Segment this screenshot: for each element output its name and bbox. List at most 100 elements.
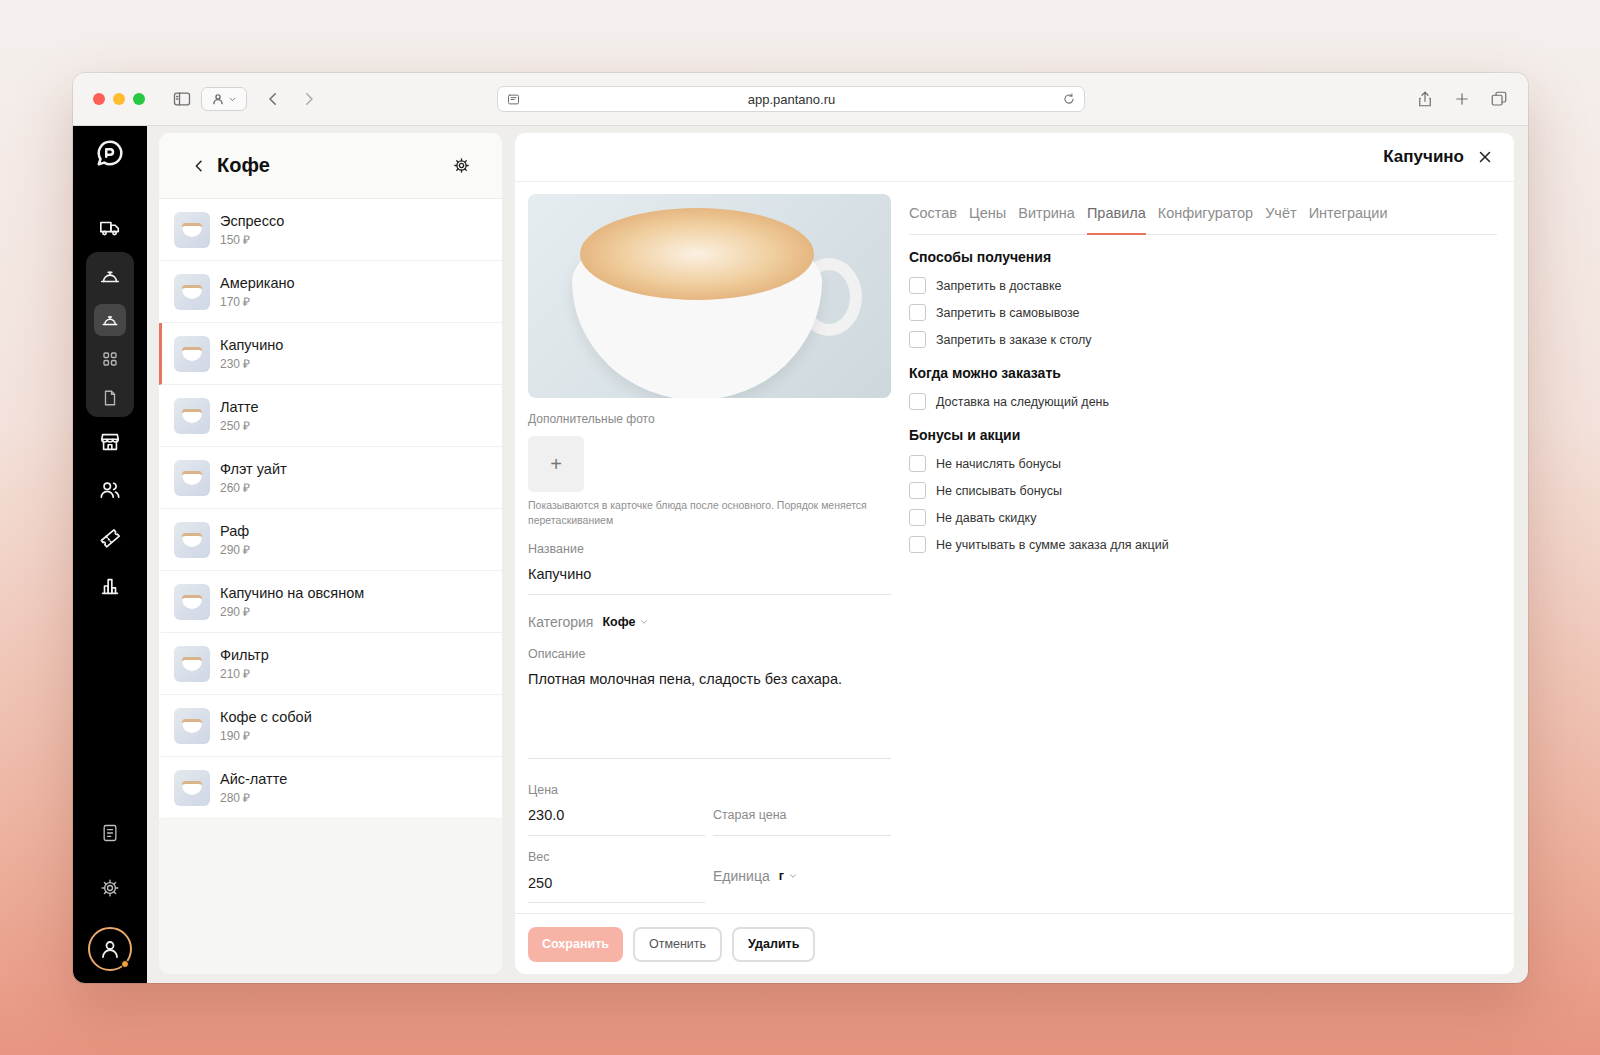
tab-label[interactable]: Состав	[909, 205, 957, 221]
tab-label[interactable]: Конфигуратор	[1158, 205, 1253, 221]
button-label[interactable]: Удалить	[748, 937, 799, 951]
back-button[interactable]	[264, 90, 282, 108]
checkbox-row[interactable]: Не начислять бонусы	[909, 450, 1497, 477]
checkbox-row[interactable]: Не учитывать в сумме заказа для акций	[909, 531, 1497, 558]
tab-label[interactable]: Интеграции	[1309, 205, 1388, 221]
nav-item[interactable]	[86, 514, 134, 562]
field-value[interactable]: 230.0	[528, 805, 705, 825]
tab[interactable]: Интеграции	[1309, 203, 1388, 235]
tab-overview-button[interactable]	[1490, 90, 1508, 108]
new-tab-button[interactable]	[1453, 90, 1471, 108]
checkbox-label[interactable]: Не учитывать в сумме заказа для акций	[936, 538, 1169, 552]
checkbox-label[interactable]: Не давать скидку	[936, 511, 1036, 525]
list-settings-button[interactable]	[453, 157, 470, 174]
old-price-field[interactable]	[713, 805, 891, 836]
product-row[interactable]: Кофе с собой190 ₽	[159, 695, 502, 757]
name-field[interactable]: Капучино	[528, 564, 891, 595]
category-select[interactable]: КатегорияКофе	[528, 611, 891, 633]
nav-item[interactable]	[86, 418, 134, 466]
product-row[interactable]: Айс-латте280 ₽	[159, 757, 502, 819]
share-button[interactable]	[1416, 90, 1434, 108]
sidebar-toggle[interactable]	[172, 89, 192, 109]
person-icon	[98, 937, 122, 961]
nav-item[interactable]	[86, 204, 134, 252]
tab[interactable]: Состав	[909, 203, 957, 235]
add-photo-button[interactable]: +	[528, 436, 584, 492]
tab[interactable]: Учёт	[1265, 203, 1296, 235]
nav-subitem[interactable]	[94, 343, 126, 375]
checkbox-label[interactable]: Запретить в заказе к столу	[936, 333, 1092, 347]
field-value[interactable]: г	[779, 869, 784, 883]
checkbox-label[interactable]: Доставка на следующий день	[936, 395, 1109, 409]
product-row[interactable]: Латте250 ₽	[159, 385, 502, 447]
checkbox[interactable]	[909, 393, 926, 410]
checkbox[interactable]	[909, 482, 926, 499]
nav-subitem[interactable]	[94, 304, 126, 336]
nav-item[interactable]	[86, 252, 134, 300]
checkbox[interactable]	[909, 455, 926, 472]
field-value[interactable]: Капучино	[528, 564, 891, 584]
checkbox-row[interactable]: Не списывать бонусы	[909, 477, 1497, 504]
checkbox-row[interactable]: Запретить в доставке	[909, 272, 1497, 299]
product-row[interactable]: Капучино230 ₽	[159, 323, 502, 385]
checkbox-row[interactable]: Запретить в заказе к столу	[909, 326, 1497, 353]
checkbox-label[interactable]: Не начислять бонусы	[936, 457, 1061, 471]
address-bar[interactable]: app.pantano.ru	[497, 86, 1085, 112]
tab-label[interactable]: Правила	[1087, 205, 1146, 221]
tab-label[interactable]: Витрина	[1018, 205, 1075, 221]
save-button[interactable]: Сохранить	[528, 927, 623, 962]
zoom-window-button[interactable]	[133, 93, 145, 105]
nav-item[interactable]	[86, 466, 134, 514]
checkbox-row[interactable]: Доставка на следующий день	[909, 388, 1497, 415]
product-row[interactable]: Флэт уайт260 ₽	[159, 447, 502, 509]
checkbox[interactable]	[909, 277, 926, 294]
nav-subitem[interactable]	[94, 382, 126, 414]
tab[interactable]: Конфигуратор	[1158, 203, 1253, 235]
close-window-button[interactable]	[93, 93, 105, 105]
back-button[interactable]	[191, 158, 207, 174]
tab[interactable]: Правила	[1087, 203, 1146, 235]
minimize-window-button[interactable]	[113, 93, 125, 105]
logo[interactable]	[92, 135, 128, 171]
checkbox[interactable]	[909, 536, 926, 553]
delete-button[interactable]: Удалить	[732, 927, 815, 962]
field-value[interactable]: Кофе	[602, 615, 635, 629]
product-photo[interactable]	[528, 194, 891, 398]
close-button[interactable]	[1476, 148, 1494, 166]
forward-button[interactable]	[300, 90, 318, 108]
nav-item[interactable]	[86, 809, 134, 857]
tab-label[interactable]: Цены	[969, 205, 1006, 221]
checkbox[interactable]	[909, 304, 926, 321]
weight-field[interactable]: 250	[528, 873, 705, 903]
user-avatar[interactable]	[88, 927, 132, 971]
chevron-left-icon	[264, 90, 282, 108]
checkbox-label[interactable]: Запретить в самовывозе	[936, 306, 1080, 320]
checkbox[interactable]	[909, 331, 926, 348]
checkbox-row[interactable]: Запретить в самовывозе	[909, 299, 1497, 326]
product-row[interactable]: Эспрессо150 ₽	[159, 199, 502, 261]
tab-label[interactable]: Учёт	[1265, 205, 1296, 221]
product-row[interactable]: Раф290 ₽	[159, 509, 502, 571]
product-row[interactable]: Фильтр210 ₽	[159, 633, 502, 695]
unit-select[interactable]: Единицаг	[713, 866, 891, 903]
checkbox-label[interactable]: Не списывать бонусы	[936, 484, 1062, 498]
price-field[interactable]: 230.0	[528, 805, 705, 836]
nav-item[interactable]	[86, 864, 134, 912]
product-row[interactable]: Капучино на овсяном290 ₽	[159, 571, 502, 633]
checkbox[interactable]	[909, 509, 926, 526]
tab[interactable]: Витрина	[1018, 203, 1075, 235]
button-label[interactable]: Отменить	[649, 937, 706, 951]
checkbox-row[interactable]: Не давать скидку	[909, 504, 1497, 531]
profile-button[interactable]	[201, 87, 247, 111]
product-row[interactable]: Американо170 ₽	[159, 261, 502, 323]
button-label[interactable]: Сохранить	[542, 937, 609, 951]
checkbox-label[interactable]: Запретить в доставке	[936, 279, 1062, 293]
product-thumbnail	[174, 646, 210, 682]
field-value[interactable]: 250	[528, 873, 705, 893]
nav-item[interactable]	[86, 562, 134, 610]
cancel-button[interactable]: Отменить	[633, 927, 722, 962]
description-field[interactable]: Плотная молочная пена, сладость без саха…	[528, 669, 891, 759]
tab[interactable]: Цены	[969, 203, 1006, 235]
url-text[interactable]: app.pantano.ru	[529, 92, 1054, 107]
field-value[interactable]: Плотная молочная пена, сладость без саха…	[528, 669, 891, 689]
